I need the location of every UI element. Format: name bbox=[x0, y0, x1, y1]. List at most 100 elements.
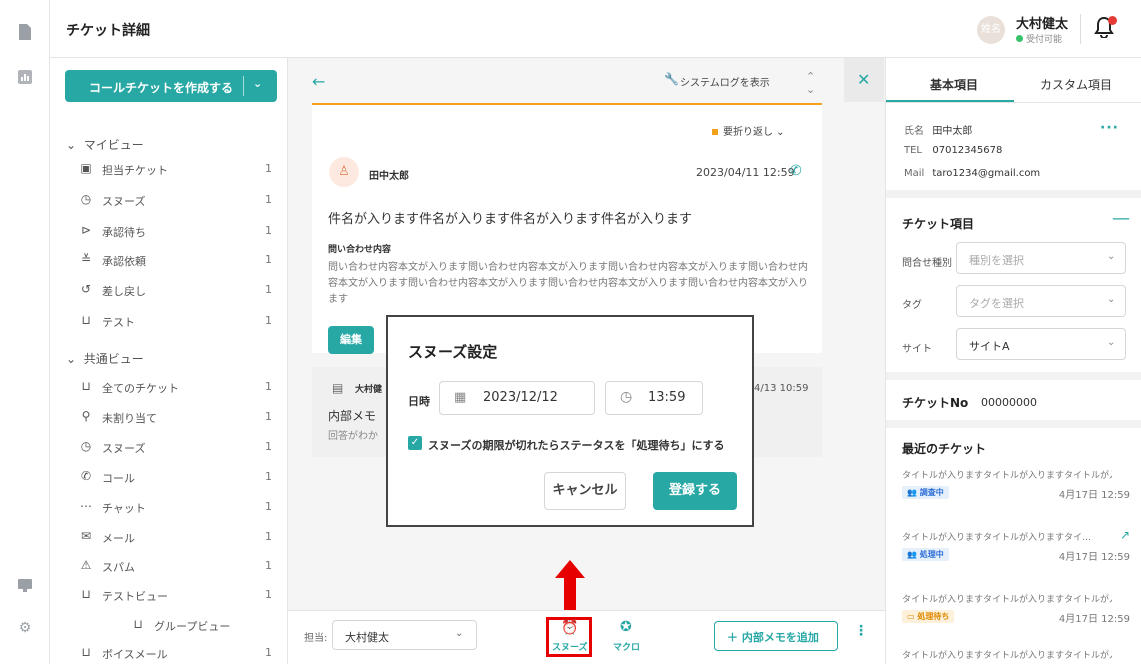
tag-value: タグを選択 bbox=[969, 297, 1024, 310]
time-input[interactable]: ◷ 13:59 bbox=[605, 381, 703, 415]
wrench-icon: 🔧 bbox=[664, 72, 679, 86]
approval-wait-icon: ⊳ bbox=[80, 223, 92, 237]
up-down-chevron-icon[interactable]: ⌃ ⌄ bbox=[806, 70, 815, 96]
status-change-checkbox[interactable]: ✓ bbox=[408, 436, 422, 450]
status-badge: 👥 調査中 bbox=[902, 486, 949, 499]
tag-select[interactable]: タグを選択 ⌄ bbox=[956, 285, 1126, 317]
sidebar-item-spam[interactable]: ⚠ スパム 1 bbox=[78, 557, 276, 577]
edit-button[interactable]: 編集 bbox=[328, 326, 374, 354]
callback-toggle[interactable]: 要折り返し ⌄ bbox=[712, 123, 785, 138]
sidebar-item-test-view[interactable]: ⊔ テストビュー 1 bbox=[78, 586, 276, 606]
phone-icon[interactable]: ✆ bbox=[790, 163, 802, 179]
more-vertical-icon[interactable]: ⋮ bbox=[854, 623, 868, 639]
open-arrow-icon[interactable]: ↗ bbox=[1120, 528, 1130, 542]
sidebar-item-snooze[interactable]: ◷ スヌーズ 1 bbox=[78, 191, 276, 211]
macro-icon: ✪ bbox=[620, 619, 632, 635]
snooze-button[interactable]: ⏰ スヌーズ bbox=[546, 617, 592, 657]
sidebar-item-returned[interactable]: ↺ 差し戻し 1 bbox=[78, 281, 276, 301]
site-label: サイト bbox=[902, 344, 932, 355]
assigned-ticket-icon: ▣ bbox=[80, 161, 92, 175]
recent-ticket-title: タイトルが入りますタイトルが入りますタイトルが入ります bbox=[902, 471, 1112, 481]
sidebar-group-shared-view[interactable]: ⌄ 共通ビュー bbox=[66, 350, 144, 367]
more-horizontal-icon[interactable]: ··· bbox=[1100, 120, 1119, 136]
create-call-ticket-button[interactable]: コールチケットを作成する ⌄ bbox=[65, 70, 277, 102]
chevron-down-icon: ⌄ bbox=[66, 138, 84, 152]
sidebar-item-chat[interactable]: ⋯ チャット 1 bbox=[78, 498, 276, 518]
macro-button[interactable]: ✪ マクロ bbox=[610, 619, 650, 655]
chevron-down-icon[interactable]: ⌄ bbox=[253, 77, 262, 90]
bottom-toolbar: 担当: 大村健太 ⌄ ⏰ スヌーズ ✪ マクロ ＋ 内部メモを追加 ⋮ bbox=[288, 610, 885, 664]
users-icon: 👥 bbox=[907, 488, 920, 497]
inquiry-type-select[interactable]: 種別を選択 ⌄ bbox=[956, 242, 1126, 274]
recent-ticket-title: タイトルが入りますタイトルが入りますタイトルが入ります bbox=[902, 651, 1112, 661]
bell-icon[interactable] bbox=[1094, 16, 1120, 42]
inbox-icon: ⊔ bbox=[81, 587, 91, 601]
clock-icon: ◷ bbox=[620, 389, 633, 405]
ticket-items-title: チケット項目 bbox=[902, 217, 975, 231]
close-panel-button[interactable]: ✕ bbox=[844, 58, 884, 102]
clock-icon: ◷ bbox=[80, 439, 92, 453]
users-icon: 👥 bbox=[907, 550, 920, 559]
page-title: チケット詳細 bbox=[66, 23, 150, 39]
phone-icon: ✆ bbox=[80, 469, 92, 483]
contact-name-row: 氏名 田中太郎 bbox=[904, 126, 973, 137]
sidebar-item-call[interactable]: ✆ コール 1 bbox=[78, 468, 276, 488]
sidebar-item-shared-snooze[interactable]: ◷ スヌーズ 1 bbox=[78, 438, 276, 458]
inquiry-label: 問い合わせ内容 bbox=[328, 245, 392, 255]
assignee-select[interactable]: 大村健太 ⌄ bbox=[332, 620, 477, 650]
chevron-down-icon: ⌄ bbox=[455, 628, 464, 639]
tab-divider bbox=[886, 102, 1141, 103]
memo-author: 大村健 bbox=[355, 385, 383, 395]
return-icon: ↺ bbox=[80, 282, 92, 296]
calendar-icon: ▦ bbox=[454, 390, 467, 405]
sidebar-group-my-view[interactable]: ⌄ マイビュー bbox=[66, 136, 144, 153]
dialog-title: スヌーズ設定 bbox=[408, 343, 498, 361]
close-icon: ✕ bbox=[857, 70, 871, 89]
contact-tel-row: TEL 07012345678 bbox=[904, 145, 1003, 156]
sidebar-item-test[interactable]: ⊔ テスト 1 bbox=[78, 312, 276, 332]
section-divider bbox=[886, 420, 1141, 428]
date-value: 2023/12/12 bbox=[483, 390, 558, 405]
sidebar-item-unassigned[interactable]: ⚲ 未割り当て 1 bbox=[78, 408, 276, 428]
sidebar-item-awaiting-approval[interactable]: ⊳ 承認待ち 1 bbox=[78, 222, 276, 242]
recent-ticket-title: タイトルが入りますタイトルが入りますタイ… bbox=[902, 533, 1092, 543]
tab-basic-fields[interactable]: 基本項目 bbox=[930, 76, 978, 93]
add-internal-memo-button[interactable]: ＋ 内部メモを追加 bbox=[714, 621, 838, 651]
tab-custom-fields[interactable]: カスタム項目 bbox=[1040, 76, 1112, 93]
sidebar-item-all-tickets[interactable]: ⊔ 全てのチケット 1 bbox=[78, 378, 276, 398]
sidebar-item-approval-request[interactable]: ≚ 承認依頼 1 bbox=[78, 251, 276, 271]
user-icon: ♙ bbox=[329, 157, 359, 187]
site-select[interactable]: サイトA ⌄ bbox=[956, 328, 1126, 360]
flag-icon bbox=[712, 129, 718, 135]
monitor-icon[interactable] bbox=[17, 577, 33, 593]
chevron-down-icon: ⌄ bbox=[66, 352, 84, 366]
chart-icon[interactable] bbox=[17, 70, 33, 86]
back-arrow-icon[interactable]: ← bbox=[312, 72, 325, 91]
assignee-value: 大村健太 bbox=[345, 631, 389, 644]
document-icon[interactable] bbox=[17, 24, 33, 40]
gear-icon[interactable]: ⚙ bbox=[17, 620, 33, 636]
sidebar-item-voicemail[interactable]: ⊔ ボイスメール 1 bbox=[78, 644, 276, 664]
inquiry-type-label: 問合せ種別 bbox=[902, 258, 952, 269]
notification-badge bbox=[1108, 16, 1117, 25]
register-button[interactable]: 登録する bbox=[653, 472, 737, 510]
date-input[interactable]: ▦ 2023/12/12 bbox=[439, 381, 595, 415]
sidebar-item-mail[interactable]: ✉ メール 1 bbox=[78, 528, 276, 548]
message-subject: 件名が入ります件名が入ります件名が入ります件名が入ります bbox=[328, 212, 693, 227]
sidebar-item-group-view[interactable]: ⊔ グループビュー bbox=[130, 616, 276, 636]
sidebar-item-assigned[interactable]: ▣ 担当チケット 1 bbox=[78, 160, 276, 180]
site-value: サイトA bbox=[969, 340, 1010, 353]
snooze-settings-dialog: スヌーズ設定 日時 ▦ 2023/12/12 ◷ 13:59 ✓ スヌーズの期限… bbox=[386, 315, 754, 527]
ticket-number-value: 00000000 bbox=[981, 396, 1037, 409]
system-log-link[interactable]: システムログを表示 bbox=[680, 74, 770, 89]
inbox-icon: ⊔ bbox=[81, 313, 91, 327]
inbox-icon: ⊔ bbox=[133, 617, 143, 631]
avatar[interactable]: 姓名 bbox=[977, 16, 1005, 44]
cancel-button[interactable]: キャンセル bbox=[544, 472, 626, 510]
time-value: 13:59 bbox=[648, 390, 686, 405]
status-change-checkbox-label[interactable]: スヌーズの期限が切れたらステータスを「処理待ち」にする bbox=[428, 437, 725, 453]
collapse-icon[interactable]: — bbox=[1112, 208, 1130, 229]
inbox-icon: ▭ bbox=[907, 612, 918, 621]
section-divider bbox=[886, 372, 1141, 380]
memo-body: 回答がわか bbox=[328, 431, 378, 442]
